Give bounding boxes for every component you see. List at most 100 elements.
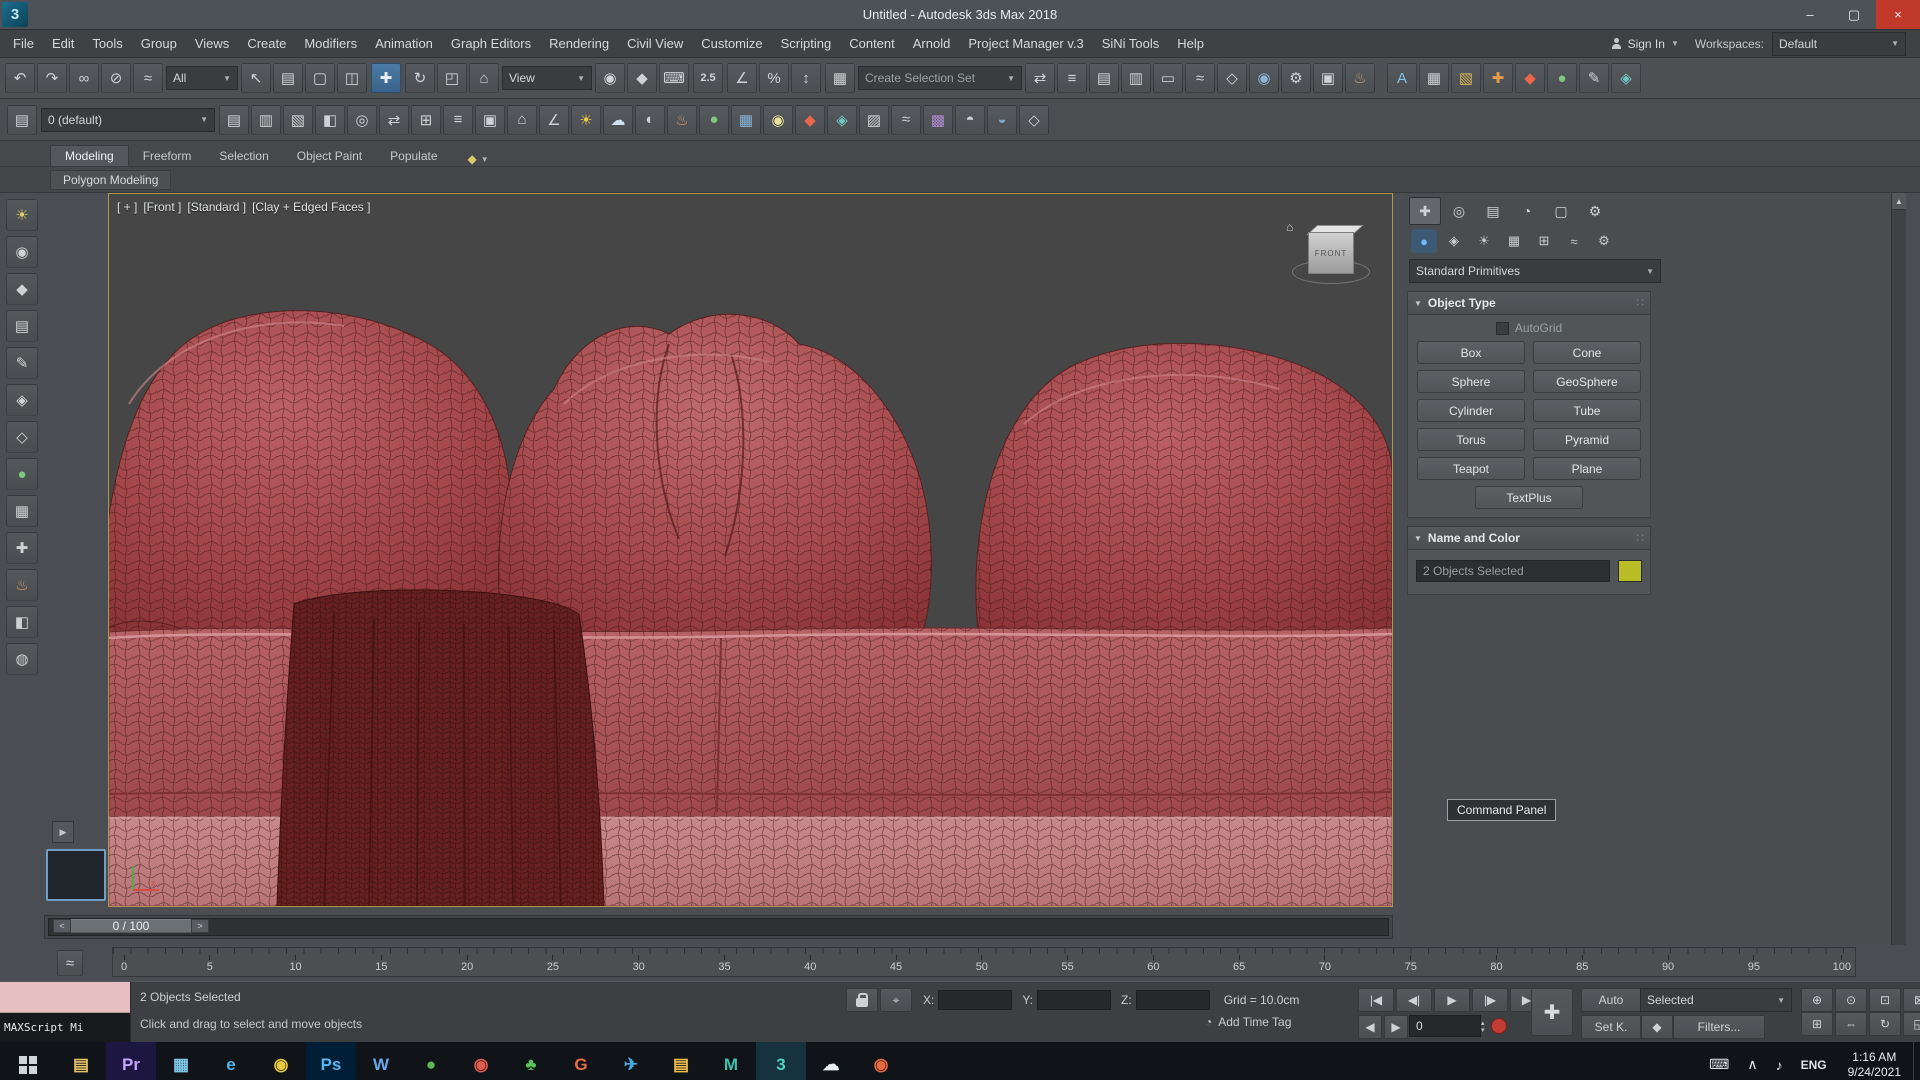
sini-scribe-icon[interactable]: ✎ bbox=[1579, 63, 1609, 93]
hierarchy-tab[interactable]: ▤ bbox=[1477, 197, 1509, 225]
motion-tab[interactable]: ◔ bbox=[1511, 197, 1543, 225]
system-clock[interactable]: 1:16 AM 9/24/2021 bbox=[1836, 1050, 1913, 1080]
ribbon-tab[interactable]: Freeform bbox=[129, 146, 206, 166]
select-and-link-icon[interactable]: ∞ bbox=[69, 63, 99, 93]
ribbon-tab[interactable]: Populate bbox=[376, 146, 451, 166]
object-color-swatch[interactable] bbox=[1618, 560, 1642, 582]
calculator[interactable]: ▦ bbox=[156, 1042, 206, 1080]
sign-in-button[interactable]: Sign In ▼ bbox=[1603, 35, 1687, 53]
space-warps-category[interactable]: ≈ bbox=[1561, 229, 1587, 253]
mcg-tool-icon[interactable]: ◇ bbox=[1019, 104, 1049, 135]
chrome-profile[interactable]: ◉ bbox=[856, 1042, 906, 1080]
key-previous-button[interactable]: ◀ bbox=[1358, 1015, 1382, 1039]
track-bar-tick[interactable]: 25 bbox=[546, 955, 560, 973]
select-and-scale-icon[interactable]: ◰ bbox=[437, 63, 467, 93]
frame-spin-up-icon[interactable]: ▴ bbox=[1481, 1020, 1485, 1027]
menu-item[interactable]: Arnold bbox=[904, 30, 960, 57]
use-pivot-point-center-icon[interactable]: ◉ bbox=[595, 63, 625, 93]
utilities-tab[interactable]: ⚙ bbox=[1579, 197, 1611, 225]
physical-camera-icon[interactable]: ▦ bbox=[731, 104, 761, 135]
polygon-modeling-section[interactable]: Polygon Modeling bbox=[50, 169, 172, 190]
viewcube-home-icon[interactable]: ⌂ bbox=[1286, 220, 1293, 234]
track-bar-tick[interactable]: 50 bbox=[975, 955, 989, 973]
track-bar-tick[interactable]: 5 bbox=[203, 955, 217, 973]
shapes-category[interactable]: ◈ bbox=[1441, 229, 1467, 253]
play-button[interactable]: ▶ bbox=[1434, 988, 1470, 1012]
track-bar-tick[interactable]: 95 bbox=[1747, 955, 1761, 973]
edge-browser[interactable]: e bbox=[206, 1042, 256, 1080]
ribbon-tab[interactable]: Modeling bbox=[50, 145, 129, 166]
keyboard-shortcut-override-icon[interactable]: ⌨ bbox=[659, 63, 689, 93]
key-selection-dropdown[interactable]: Selected ▼ bbox=[1640, 988, 1792, 1012]
object-type-button[interactable]: Teapot bbox=[1417, 457, 1525, 480]
language-indicator[interactable]: ENG bbox=[1792, 1042, 1836, 1080]
edit-named-selection-sets-icon[interactable]: ▦ bbox=[825, 63, 855, 93]
display-floater-icon[interactable]: ▧ bbox=[283, 104, 313, 135]
measure-distance-icon[interactable]: ∠ bbox=[539, 104, 569, 135]
unlink-selection-icon[interactable]: ⊘ bbox=[101, 63, 131, 93]
redo-icon[interactable]: ↷ bbox=[37, 63, 67, 93]
spinner-snap-icon[interactable]: ↕ bbox=[791, 63, 821, 93]
object-type-button[interactable]: Cylinder bbox=[1417, 399, 1525, 422]
isolate-selection-icon[interactable]: ◎ bbox=[347, 104, 377, 135]
select-and-rotate-icon[interactable]: ↻ bbox=[405, 63, 435, 93]
toggle-layer-explorer-icon[interactable]: ▥ bbox=[1121, 63, 1151, 93]
track-bar-tick[interactable]: 100 bbox=[1833, 955, 1851, 973]
array-tool-icon[interactable]: ⊞ bbox=[411, 104, 441, 135]
viewport-menu-general[interactable]: [ + ] bbox=[117, 200, 137, 214]
track-bar-tick[interactable]: 10 bbox=[289, 955, 303, 973]
track-bar-ruler[interactable]: 0 5 10 15 20 25 30 35 40 45 50 55 60 65 70 75 80 85 90 95 10… bbox=[112, 947, 1856, 977]
next-frame-button[interactable]: |▶ bbox=[1472, 988, 1508, 1012]
previous-frame-arrow[interactable]: < bbox=[53, 919, 71, 933]
snapshot-icon[interactable]: ▣ bbox=[475, 104, 505, 135]
time-slider-track[interactable]: < 0 / 100 > bbox=[48, 918, 1389, 936]
toggle-ribbon-icon[interactable]: ▭ bbox=[1153, 63, 1183, 93]
track-bar-tick[interactable]: 90 bbox=[1661, 955, 1675, 973]
proxy-tool-icon[interactable]: ◆ bbox=[795, 104, 825, 135]
select-and-move-icon[interactable]: ✚ bbox=[371, 63, 401, 93]
open-explorer-icon[interactable]: ▥ bbox=[251, 104, 281, 135]
telegram[interactable]: ✈ bbox=[606, 1042, 656, 1080]
sini-ignite-icon[interactable]: ◆ bbox=[1515, 63, 1545, 93]
viewport-layout-tab[interactable] bbox=[46, 849, 106, 901]
reference-coordinate-dropdown[interactable]: View ▼ bbox=[502, 66, 592, 90]
close-button[interactable]: × bbox=[1876, 0, 1920, 29]
align-icon[interactable]: ≡ bbox=[1057, 63, 1087, 93]
menu-item[interactable]: SiNi Tools bbox=[1093, 30, 1169, 57]
maximize-viewport-toggle-icon[interactable]: ◱ bbox=[1903, 1012, 1920, 1036]
field-of-view-icon[interactable]: ⊞ bbox=[1801, 1012, 1833, 1036]
window-crossing-icon[interactable]: ◫ bbox=[337, 63, 367, 93]
track-bar-tick[interactable]: 15 bbox=[374, 955, 388, 973]
container-tool-icon[interactable]: ▨ bbox=[859, 104, 889, 135]
object-type-button[interactable]: Box bbox=[1417, 341, 1525, 364]
menu-item[interactable]: Graph Editors bbox=[442, 30, 540, 57]
zoom-extents-icon[interactable]: ⊡ bbox=[1869, 988, 1901, 1012]
manage-layers-icon[interactable]: ◧ bbox=[315, 104, 345, 135]
sini-forensic-icon[interactable]: ✚ bbox=[1483, 63, 1513, 93]
exposure-control-icon[interactable]: ◐ bbox=[635, 104, 665, 135]
sini-polygon-icon[interactable]: ◇ bbox=[6, 421, 38, 453]
previous-frame-button[interactable]: ◀| bbox=[1396, 988, 1432, 1012]
maxscript-mini-listener[interactable]: MAXScript Mi bbox=[0, 982, 131, 1042]
ribbon-tab[interactable]: Object Paint bbox=[283, 146, 376, 166]
schematic-view-icon[interactable]: ◇ bbox=[1217, 63, 1247, 93]
object-type-button[interactable]: Cone bbox=[1533, 341, 1641, 364]
panel-scrollbar[interactable]: ▲ bbox=[1891, 193, 1906, 945]
current-frame-field[interactable]: 0 bbox=[1409, 1015, 1481, 1037]
listener-line[interactable]: MAXScript Mi bbox=[0, 1013, 130, 1042]
object-type-button[interactable]: Torus bbox=[1417, 428, 1525, 451]
object-type-button[interactable]: Tube bbox=[1533, 399, 1641, 422]
viewport[interactable]: [ + ] [Front ] [Standard ] [Clay + Edged… bbox=[108, 193, 1393, 907]
menu-item[interactable]: Edit bbox=[43, 30, 83, 57]
time-slider-thumb[interactable]: < 0 / 100 > bbox=[53, 919, 209, 933]
sini-proxsi-icon[interactable]: ◆ bbox=[6, 273, 38, 305]
new-scene-explorer-icon[interactable]: ▤ bbox=[219, 104, 249, 135]
track-bar-tick[interactable]: 30 bbox=[632, 955, 646, 973]
geometry-category[interactable]: ● bbox=[1411, 229, 1437, 253]
sun-positioner-icon[interactable]: ☀ bbox=[571, 104, 601, 135]
menu-item[interactable]: Customize bbox=[692, 30, 771, 57]
select-by-name-icon[interactable]: ▤ bbox=[273, 63, 303, 93]
menu-item[interactable]: Animation bbox=[366, 30, 442, 57]
x-coordinate-field[interactable] bbox=[938, 990, 1013, 1010]
render-setup-icon[interactable]: ⚙ bbox=[1281, 63, 1311, 93]
